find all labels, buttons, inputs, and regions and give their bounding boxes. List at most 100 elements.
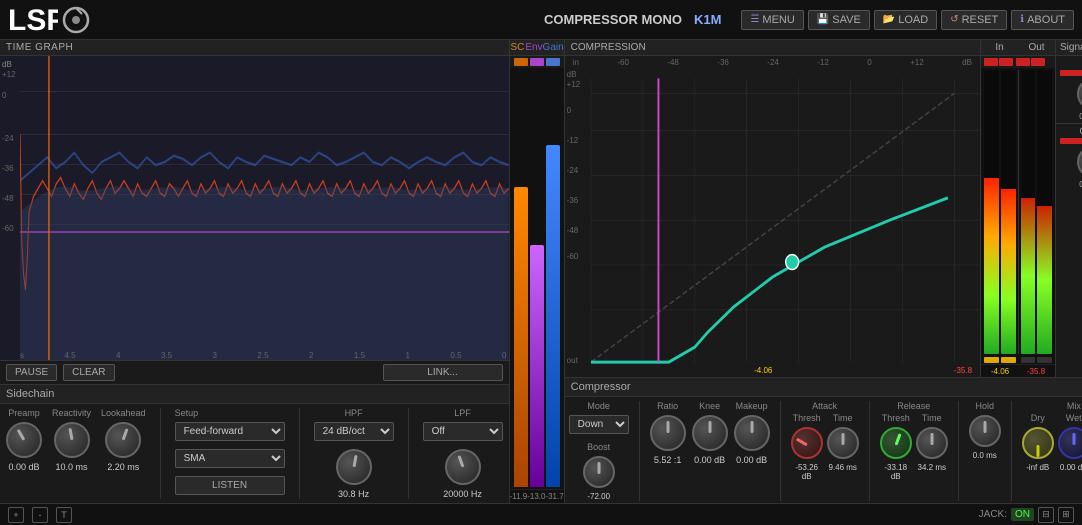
dry-knob[interactable] [1022,427,1054,459]
output-knob[interactable] [1077,146,1082,178]
knee-value: 0.00 dB [694,455,725,465]
input-label: Input [1060,58,1082,68]
time-graph-canvas[interactable]: dB +12 0 -24 -36 -48 -60 [0,56,509,360]
release-group: Release Thresh -33.18 dB Time 34.2 ms [880,401,948,481]
signal-section: Signal Input 0.00 dB Output 0.00 dB [1055,40,1082,377]
ratio-label: Ratio [657,401,678,411]
comp-div4 [958,401,959,501]
compression-upper: COMPRESSION in -60 -48 -36 -24 -12 0 +12… [565,40,1082,377]
sma-select[interactable]: SMA [175,449,285,468]
comp-bottom-labels: -4.06 -35.8 [565,366,980,375]
signal-output-group: Output 0.00 dB [1056,124,1082,191]
in-l-peak [984,357,999,363]
mode-select[interactable]: Down [569,415,629,434]
makeup-knob[interactable] [734,415,770,451]
knee-group: Knee 0.00 dB [692,401,728,465]
y-label-12: +12 [2,70,16,79]
in-r-indicator [999,58,1013,66]
release-time-knob[interactable] [916,427,948,459]
attack-group: Attack Thresh -53.26 dB Time 9.46 ms [791,401,859,481]
about-button[interactable]: ℹ ABOUT [1011,10,1074,30]
clear-button[interactable]: CLEAR [63,364,114,381]
mix-label: Mix [1022,401,1082,411]
load-button[interactable]: 📂 LOAD [874,10,937,30]
time-graph-panel: TIME GRAPH dB +12 0 -24 -36 -48 -60 [0,40,509,384]
feedforward-select[interactable]: Feed-forward [175,422,285,441]
gain-col-label: Gain [543,42,564,53]
comp-div3 [869,401,870,501]
makeup-label: Makeup [736,401,768,411]
sidechain-header: Sidechain [0,385,509,404]
out-r-bar [1037,70,1052,354]
boost-knob[interactable] [583,456,615,488]
gain-value: -31.7 [545,492,563,501]
lookahead-label: Lookahead [101,408,146,418]
lookahead-knob[interactable] [105,422,141,458]
reactivity-group: Reactivity 10.0 ms [52,408,91,472]
release-thresh-knob[interactable] [880,427,912,459]
save-button[interactable]: 💾 SAVE [808,10,870,30]
listen-button[interactable]: LISTEN [175,476,285,495]
hpf-knob[interactable] [336,449,372,485]
reactivity-label: Reactivity [52,408,91,418]
makeup-group: Makeup 0.00 dB [734,401,770,465]
boost-label: Boost [587,442,610,452]
env-col-label: Env [525,42,542,53]
main-content: TIME GRAPH dB +12 0 -24 -36 -48 -60 [0,40,1082,503]
lpf-knob[interactable] [445,449,481,485]
knee-label: Knee [699,401,720,411]
env-value: -13.0 [527,492,545,501]
in-r-bar [1001,70,1016,354]
text-icon[interactable]: T [56,507,72,523]
y-label-0: 0 [2,91,6,100]
sc-value: -11.9 [510,492,528,501]
y-label-36: -36 [2,164,14,173]
jack-label: JACK: [979,509,1007,520]
lookahead-group: Lookahead 2.20 ms [101,408,146,472]
output-value: 0.00 dB [1060,180,1082,189]
menu-icon: ☰ [750,14,759,25]
hpf-slope-select[interactable]: 24 dB/oct [314,422,394,441]
attack-label: Attack [791,401,859,411]
menu-button[interactable]: ☰ MENU [741,10,803,30]
divider1 [160,408,161,499]
release-time-group: Time 34.2 ms [916,413,948,481]
minus-icon[interactable]: - [32,507,48,523]
sidechain-controls: Preamp 0.00 dB Reactivity 10.0 ms Lookah… [0,404,509,503]
jack-icon2[interactable]: ⊞ [1058,507,1074,523]
io-peak-bars [981,356,1055,364]
sidechain-panel: Sidechain Preamp 0.00 dB Reactivity 10.0… [0,384,509,503]
input-knob[interactable] [1077,78,1082,110]
out-l-fill [1021,198,1036,354]
reset-button[interactable]: ↺ RESET [941,10,1007,30]
dry-group: Dry -inf dB [1022,413,1054,472]
left-panel: TIME GRAPH dB +12 0 -24 -36 -48 -60 [0,40,510,503]
hold-value: 0.0 ms [973,451,997,460]
in-l-indicator [984,58,998,66]
input-value: 0.00 dB [1060,112,1082,121]
out-peak-label: -35.8 [1019,367,1053,376]
y-label-60: -60 [2,224,14,233]
ratio-knob[interactable] [650,415,686,451]
attack-thresh-value: -53.26 dB [791,463,823,481]
hold-knob[interactable] [969,415,1001,447]
jack-icon1[interactable]: ⊟ [1038,507,1054,523]
link-button[interactable]: LINK... [383,364,503,381]
lpf-slope-select[interactable]: Off [423,422,503,441]
attack-time-group: Time 9.46 ms [827,413,859,481]
in-r-fill [1001,189,1016,354]
reactivity-knob[interactable] [54,422,90,458]
knee-knob[interactable] [692,415,728,451]
preamp-knob[interactable] [6,422,42,458]
release-label: Release [880,401,948,411]
load-icon: 📂 [883,14,895,25]
attack-time-knob[interactable] [827,427,859,459]
wet-knob[interactable] [1058,427,1082,459]
compression-graph[interactable]: in -60 -48 -36 -24 -12 0 +12 dB dB +12 0 [565,56,980,377]
add-icon[interactable]: + [8,507,24,523]
pause-button[interactable]: PAUSE [6,364,57,381]
attack-thresh-group: Thresh -53.26 dB [791,413,823,481]
out-l-indicator [1016,58,1030,66]
attack-thresh-knob[interactable] [791,427,823,459]
output-label: Output [1060,126,1082,136]
